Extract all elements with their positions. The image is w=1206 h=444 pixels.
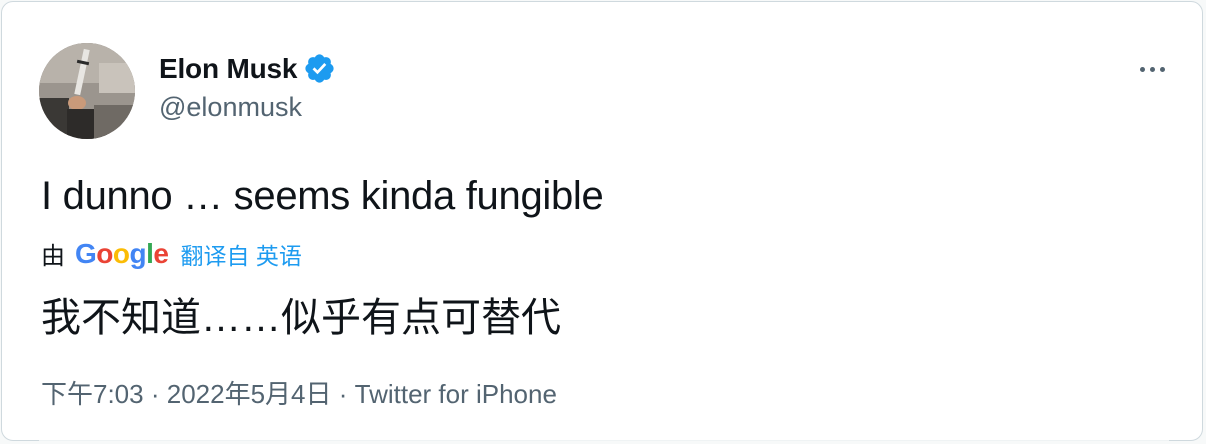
tweet-source[interactable]: Twitter for iPhone <box>355 379 557 409</box>
tweet-date[interactable]: 2022年5月4日 <box>167 379 332 409</box>
google-letter: G <box>75 237 97 269</box>
more-dot <box>1149 66 1155 72</box>
google-letter: o <box>112 237 130 269</box>
divider <box>39 440 1169 441</box>
translated-by-label: 由 <box>41 243 65 270</box>
more-dot <box>1139 66 1145 72</box>
avatar[interactable] <box>39 43 135 139</box>
google-letter: g <box>129 237 147 269</box>
verified-badge-icon <box>305 54 334 83</box>
avatar-image <box>39 43 135 139</box>
tweet-card: Elon Musk @elonmusk I dunno … seems kind… <box>1 1 1203 441</box>
author-name-row[interactable]: Elon Musk <box>159 52 336 85</box>
translation-attribution: 由 Google 翻译自 英语 <box>41 236 302 271</box>
tweet-metadata: 下午7:03 · 2022年5月4日 · Twitter for iPhone <box>41 374 557 411</box>
author-handle[interactable]: @elonmusk <box>159 92 302 123</box>
translate-source-link[interactable]: 翻译自 英语 <box>180 237 301 271</box>
tweet-time[interactable]: 下午7:03 <box>41 379 144 409</box>
translated-text: 我不知道……似乎有点可替代 <box>41 296 561 340</box>
tweet-text: I dunno … seems kinda fungible <box>41 174 604 218</box>
more-dot <box>1159 66 1165 72</box>
author-name[interactable]: Elon Musk <box>159 53 297 85</box>
more-options-icon[interactable] <box>1134 60 1170 78</box>
google-letter: o <box>96 237 113 269</box>
google-logo: Google <box>75 237 169 270</box>
separator-dot: · <box>150 379 167 409</box>
google-letter: e <box>153 237 169 269</box>
separator-dot: · <box>338 379 355 409</box>
